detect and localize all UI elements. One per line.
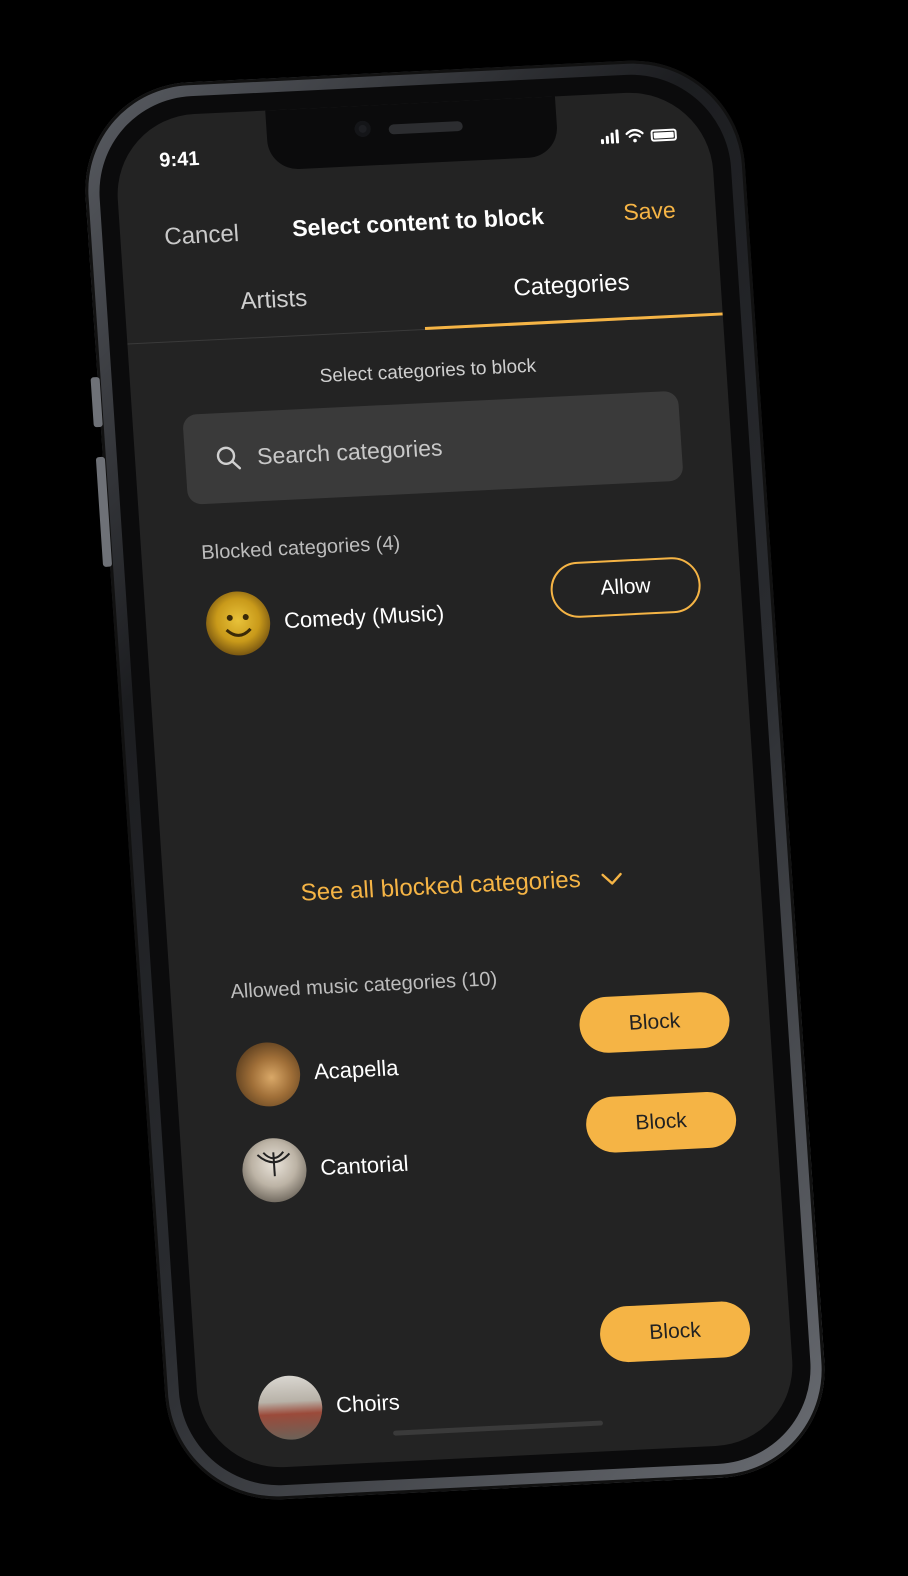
instruction-text: Select categories to block xyxy=(319,355,537,388)
block-button[interactable]: Block xyxy=(584,1090,738,1154)
cantorial-avatar xyxy=(240,1136,309,1204)
app-screen: 9:41 Cancel Select content to block Save… xyxy=(112,88,798,1472)
block-button[interactable]: Block xyxy=(577,990,732,1055)
tab-artists[interactable]: Artists xyxy=(124,273,425,343)
search-bar[interactable] xyxy=(182,390,684,505)
allowed-categories-label: Allowed music categories (10) xyxy=(229,968,498,1004)
list-item: Comedy (Music) Allow xyxy=(204,555,704,660)
search-input[interactable] xyxy=(254,423,640,471)
smiley-icon xyxy=(225,614,252,637)
blocked-categories-label: Blocked categories (4) xyxy=(200,532,401,565)
acapella-avatar xyxy=(234,1040,303,1108)
status-time: 9:41 xyxy=(158,147,201,172)
tab-bar: Artists Categories xyxy=(123,258,723,345)
notch xyxy=(265,96,559,171)
category-name: Cantorial xyxy=(319,1150,410,1180)
list-item: Cantorial Block xyxy=(240,1090,740,1207)
chevron-down-icon xyxy=(601,872,623,885)
block-button[interactable]: Block xyxy=(598,1300,752,1364)
choirs-avatar xyxy=(256,1374,325,1442)
search-icon xyxy=(216,446,242,470)
category-name: Comedy (Music) xyxy=(283,600,445,634)
wifi-icon xyxy=(625,128,644,143)
signal-icon xyxy=(600,129,620,145)
speaker xyxy=(388,120,464,135)
category-name: Choirs xyxy=(335,1389,401,1418)
phone-mockup: 9:41 Cancel Select content to block Save… xyxy=(78,55,832,1505)
comedy-avatar xyxy=(204,589,273,657)
menorah-icon xyxy=(256,1151,291,1177)
see-all-blocked-link[interactable]: See all blocked categories xyxy=(163,857,760,914)
save-button[interactable]: Save xyxy=(622,197,676,227)
tab-categories[interactable]: Categories xyxy=(421,259,722,329)
allow-button[interactable]: Allow xyxy=(548,555,703,620)
see-all-label: See all blocked categories xyxy=(299,865,582,907)
category-name: Acapella xyxy=(313,1055,400,1085)
status-icons xyxy=(600,127,678,145)
battery-icon xyxy=(650,128,678,142)
camera xyxy=(354,120,372,138)
